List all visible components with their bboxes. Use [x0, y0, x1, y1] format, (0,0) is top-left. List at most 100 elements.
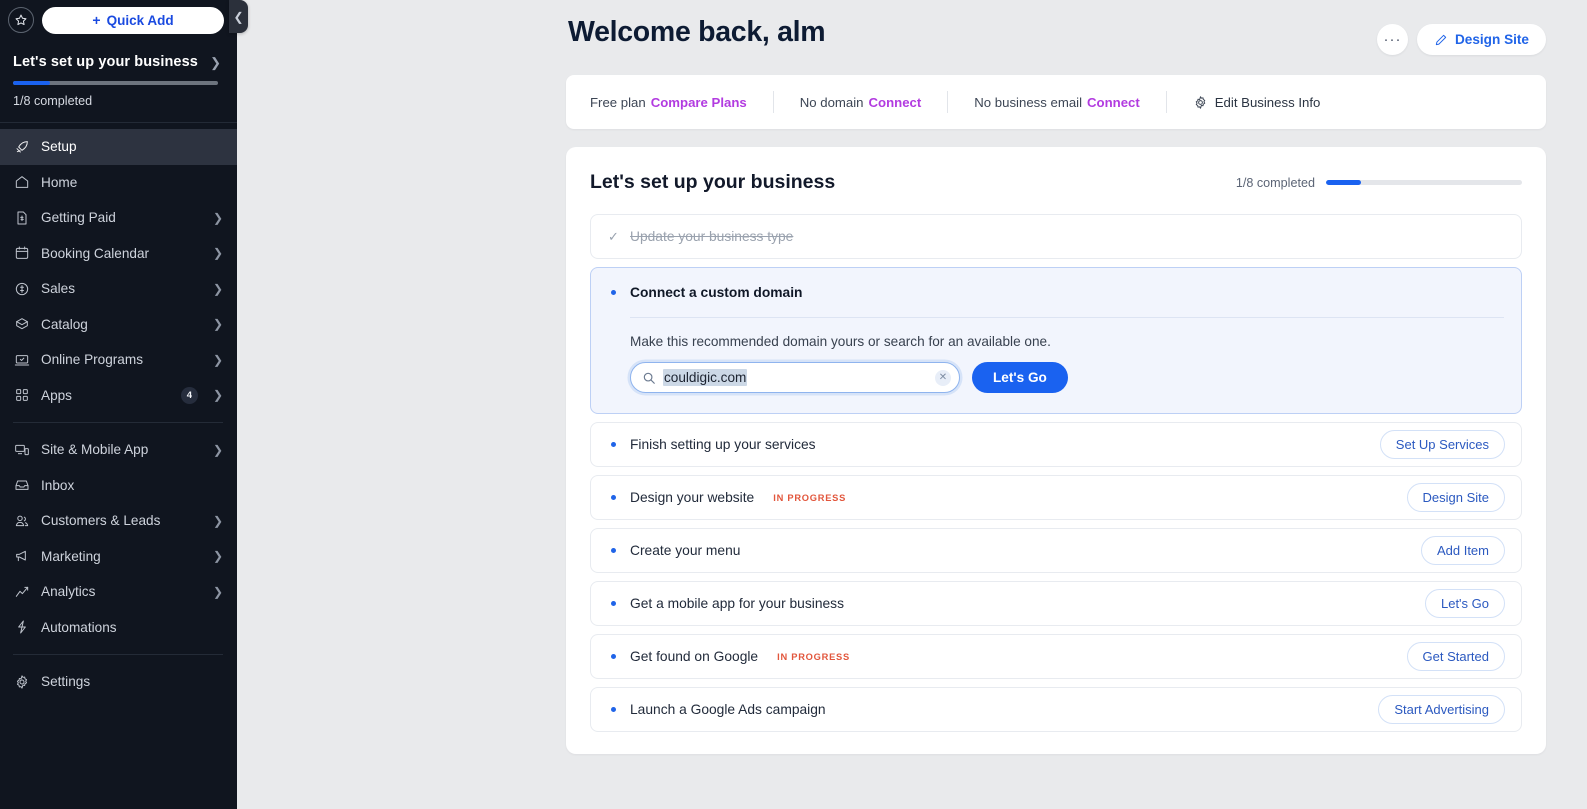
sidebar-progress-bar: [13, 81, 218, 85]
bullet-dot-icon: [608, 548, 619, 553]
task-label: Launch a Google Ads campaign: [630, 702, 826, 717]
sidebar-nav: Setup Home Getting Paid ❯ Booking Calend…: [0, 123, 237, 809]
edit-business-info-button[interactable]: Edit Business Info: [1193, 94, 1321, 110]
sidebar-item-site-mobile-app[interactable]: Site & Mobile App ❯: [0, 432, 237, 468]
search-icon: [642, 371, 656, 385]
sidebar-item-automations[interactable]: Automations: [0, 610, 237, 646]
sidebar-item-getting-paid[interactable]: Getting Paid ❯: [0, 200, 237, 236]
sidebar-item-inbox[interactable]: Inbox: [0, 468, 237, 504]
design-site-label: Design Site: [1454, 32, 1529, 47]
domain-input-value: couldigic.com: [663, 369, 748, 386]
table-row[interactable]: Create your menu Add Item: [590, 528, 1522, 573]
mobile-app-lets-go-button[interactable]: Let's Go: [1424, 589, 1505, 618]
bullet-dot-icon: [608, 442, 619, 447]
sidebar-item-online-programs[interactable]: Online Programs ❯: [0, 342, 237, 378]
design-site-task-button[interactable]: Design Site: [1406, 483, 1505, 512]
table-row[interactable]: Get a mobile app for your business Let's…: [590, 581, 1522, 626]
home-icon: [13, 174, 30, 191]
compare-plans-link[interactable]: Compare Plans: [651, 95, 747, 110]
table-row[interactable]: Design your website IN PROGRESS Design S…: [590, 475, 1522, 520]
setup-progress-label: 1/8 completed: [1235, 175, 1315, 190]
bullet-dot-icon: [608, 654, 619, 659]
sidebar-item-catalog[interactable]: Catalog ❯: [0, 307, 237, 343]
sidebar-item-label: Setup: [41, 139, 77, 155]
sidebar-item-analytics[interactable]: Analytics ❯: [0, 574, 237, 610]
chevron-right-icon: ❯: [212, 442, 223, 457]
sidebar-item-label: Getting Paid: [41, 210, 116, 226]
sidebar-item-label: Marketing: [41, 548, 101, 564]
domain-search-input[interactable]: couldigic.com ✕: [630, 362, 960, 393]
task-label: Get found on Google: [630, 649, 759, 664]
apps-badge-count: 4: [180, 386, 198, 404]
task-label: Connect a custom domain: [630, 285, 803, 300]
sidebar-item-marketing[interactable]: Marketing ❯: [0, 539, 237, 575]
setup-card-header: Let's set up your business 1/8 completed: [590, 171, 1522, 194]
chevron-right-icon: ❯: [212, 281, 223, 296]
get-started-button[interactable]: Get Started: [1406, 642, 1505, 671]
sidebar-item-label: Settings: [41, 674, 91, 690]
status-email: No business email Connect: [974, 95, 1140, 110]
task-label: Finish setting up your services: [630, 437, 816, 452]
sidebar-item-label: Booking Calendar: [41, 245, 150, 261]
connect-email-link[interactable]: Connect: [1087, 95, 1140, 110]
sidebar-item-settings[interactable]: Settings: [0, 664, 237, 700]
status-plan-text: Free plan: [590, 94, 646, 110]
task-label: Update your business type: [630, 229, 794, 244]
chevron-right-icon: ❯: [212, 584, 223, 599]
sidebar-item-apps[interactable]: Apps 4 ❯: [0, 378, 237, 414]
rocket-icon: [13, 138, 30, 155]
quick-add-label: Quick Add: [106, 12, 174, 28]
start-advertising-button[interactable]: Start Advertising: [1378, 695, 1505, 724]
sidebar-item-home[interactable]: Home: [0, 165, 237, 201]
sidebar-item-label: Apps: [41, 387, 72, 403]
chevron-right-icon: ❯: [212, 513, 223, 528]
table-row[interactable]: Connect a custom domain Make this recomm…: [590, 267, 1522, 414]
status-plan: Free plan Compare Plans: [590, 95, 747, 110]
status-divider: [947, 91, 949, 113]
bullet-dot-icon: [608, 495, 619, 500]
page-title: Welcome back, alm: [568, 16, 826, 48]
business-status-bar: Free plan Compare Plans No domain Connec…: [566, 75, 1546, 129]
inbox-icon: [13, 477, 30, 494]
sidebar-item-booking-calendar[interactable]: Booking Calendar ❯: [0, 236, 237, 272]
lets-go-button[interactable]: Let's Go: [972, 362, 1068, 393]
more-options-button[interactable]: ···: [1376, 24, 1408, 55]
sidebar-collapse-toggle[interactable]: ❮: [229, 0, 248, 33]
table-row[interactable]: Launch a Google Ads campaign Start Adver…: [590, 687, 1522, 732]
plus-icon: +: [92, 12, 101, 28]
close-icon[interactable]: ✕: [935, 369, 951, 386]
apps-grid-icon: [13, 387, 30, 404]
sidebar-item-label: Online Programs: [41, 352, 143, 368]
ellipsis-icon: ···: [1383, 31, 1402, 48]
chevron-right-icon: ❯: [212, 317, 223, 332]
chevron-left-icon: ❮: [233, 9, 244, 24]
table-row[interactable]: ✓ Update your business type: [590, 214, 1522, 259]
setup-card-title: Let's set up your business: [590, 171, 836, 193]
set-up-services-button[interactable]: Set Up Services: [1379, 430, 1505, 459]
status-badge: IN PROGRESS: [777, 651, 850, 662]
sidebar-item-label: Customers & Leads: [41, 513, 161, 529]
setup-progress: 1/8 completed: [1236, 176, 1522, 190]
invoice-icon: [13, 209, 30, 226]
add-item-button[interactable]: Add Item: [1420, 536, 1505, 565]
status-badge: IN PROGRESS: [773, 492, 847, 503]
status-email-text: No business email: [974, 94, 1083, 110]
sidebar-item-label: Analytics: [41, 584, 96, 600]
sidebar-item-setup[interactable]: Setup: [0, 129, 237, 165]
edit-business-info-label: Edit Business Info: [1214, 94, 1321, 110]
table-row[interactable]: Get found on Google IN PROGRESS Get Star…: [590, 634, 1522, 679]
sidebar-item-label: Site & Mobile App: [41, 442, 149, 458]
sidebar-item-label: Catalog: [41, 316, 88, 332]
quick-add-button[interactable]: + Quick Add: [42, 6, 224, 34]
page-header: Welcome back, alm ··· Design Site: [237, 0, 1587, 55]
sidebar-item-sales[interactable]: Sales ❯: [0, 271, 237, 307]
connect-domain-link[interactable]: Connect: [869, 95, 922, 110]
sidebar-progress-label: 1/8 completed: [13, 94, 93, 108]
table-row[interactable]: Finish setting up your services Set Up S…: [590, 422, 1522, 467]
status-domain-text: No domain: [799, 94, 864, 110]
design-site-button[interactable]: Design Site: [1416, 24, 1546, 55]
star-icon[interactable]: [8, 7, 34, 33]
sidebar-item-customers-leads[interactable]: Customers & Leads ❯: [0, 503, 237, 539]
sidebar-item-label: Automations: [41, 619, 117, 635]
sidebar-setup-header[interactable]: Let's set up your business ❯: [13, 54, 221, 70]
